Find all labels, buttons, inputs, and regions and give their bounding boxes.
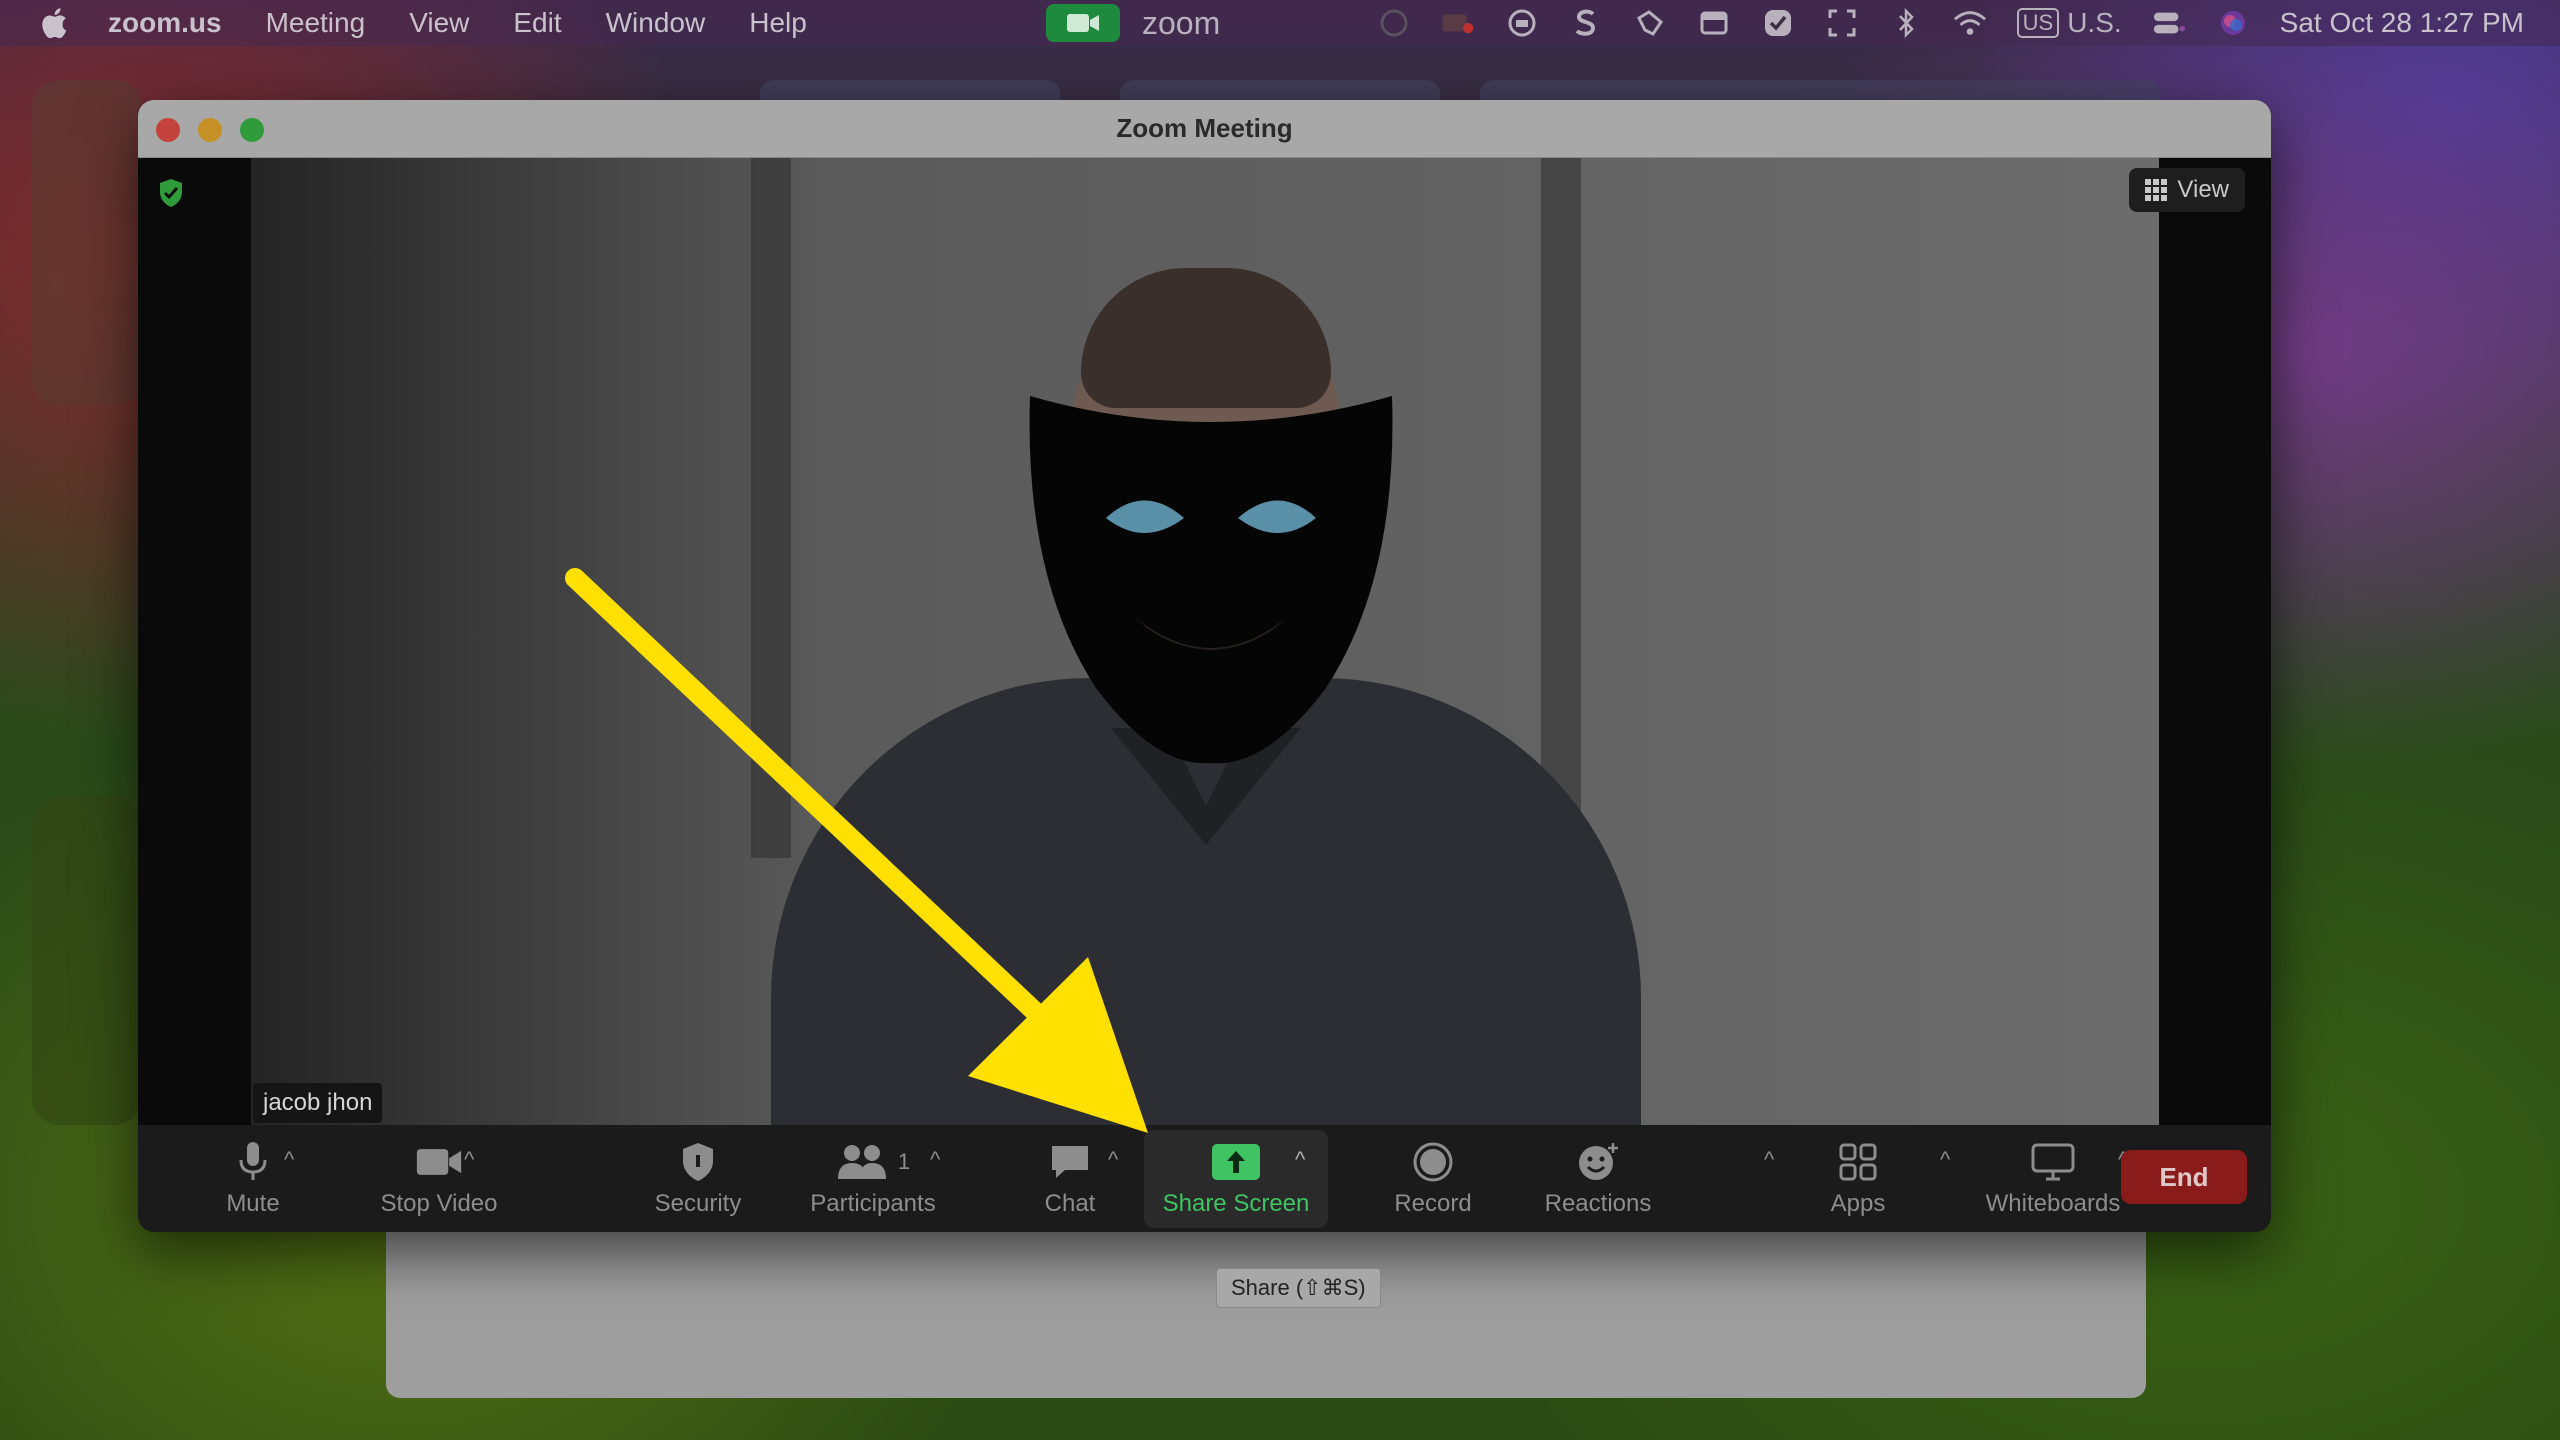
record-button[interactable]: Record	[1368, 1125, 1498, 1232]
window-titlebar[interactable]: Zoom Meeting	[138, 100, 2271, 158]
microphone-icon	[229, 1140, 277, 1184]
apps-label: Apps	[1830, 1189, 1886, 1217]
window-tile-icon[interactable]	[1697, 6, 1731, 40]
menu-app-name[interactable]: zoom.us	[108, 7, 222, 39]
s-app-icon[interactable]	[1569, 6, 1603, 40]
record-label: Record	[1394, 1189, 1472, 1217]
input-source-badge: US	[2016, 8, 2060, 38]
menu-meeting[interactable]: Meeting	[266, 7, 366, 39]
security-shield-icon	[674, 1140, 722, 1184]
video-camera-icon	[415, 1140, 463, 1184]
mask-icon	[1029, 396, 1393, 764]
reactions-smiley-icon	[1574, 1140, 1622, 1184]
chat-label: Chat	[1044, 1189, 1096, 1217]
clock-widget[interactable]	[32, 80, 142, 405]
cloud-sync-icon[interactable]	[1505, 6, 1539, 40]
window-title: Zoom Meeting	[1116, 113, 1293, 143]
reactions-options-caret[interactable]: ^	[1764, 1147, 1774, 1173]
record-icon	[1409, 1140, 1457, 1184]
audio-options-caret[interactable]: ^	[284, 1147, 294, 1173]
menubar-clock[interactable]: Sat Oct 28 1:27 PM	[2280, 7, 2524, 39]
apps-options-caret[interactable]: ^	[1940, 1147, 1950, 1173]
status-icons: US U.S. Sat Oct 28 1:27 PM	[1377, 0, 2524, 46]
zoom-window-button[interactable]	[240, 118, 264, 142]
focus-icon[interactable]	[1825, 6, 1859, 40]
menu-help[interactable]: Help	[749, 7, 807, 39]
participants-label: Participants	[810, 1189, 936, 1217]
chat-button[interactable]: Chat	[1000, 1125, 1140, 1232]
chat-bubble-icon	[1046, 1140, 1094, 1184]
input-source-label: U.S.	[2067, 7, 2122, 38]
window-controls	[156, 118, 264, 142]
minimize-button[interactable]	[198, 118, 222, 142]
menu-edit[interactable]: Edit	[513, 7, 561, 39]
chat-options-caret[interactable]: ^	[1108, 1147, 1118, 1173]
participant-hair	[1081, 268, 1331, 408]
participant-name-tag: jacob jhon	[253, 1083, 383, 1123]
stop-video-label: Stop Video	[380, 1189, 498, 1217]
video-options-caret[interactable]: ^	[464, 1147, 474, 1173]
zoom-meeting-window: Zoom Meeting View jacob jhon Mute ^ Stop…	[138, 100, 2271, 1232]
share-screen-icon	[1212, 1140, 1260, 1184]
security-button[interactable]: Security	[628, 1125, 768, 1232]
share-options-caret[interactable]: ^	[1295, 1147, 1305, 1173]
share-screen-label: Share Screen	[1162, 1190, 1310, 1217]
background-window-frame	[751, 158, 791, 858]
whiteboard-icon	[2029, 1140, 2077, 1184]
close-button[interactable]	[156, 118, 180, 142]
participants-button[interactable]: 1 Participants	[778, 1125, 968, 1232]
screen-record-icon[interactable]	[1377, 6, 1411, 40]
checkmark-app-icon[interactable]	[1761, 6, 1795, 40]
share-screen-button[interactable]: Share Screen	[1144, 1130, 1328, 1228]
bluetooth-icon[interactable]	[1889, 6, 1923, 40]
zoom-status-item[interactable]: zoom	[1046, 4, 1220, 42]
music-widget[interactable]	[32, 795, 142, 1125]
video-area: View jacob jhon	[138, 158, 2271, 1125]
wifi-icon[interactable]	[1953, 6, 1987, 40]
grid-icon	[2145, 179, 2168, 201]
participants-options-caret[interactable]: ^	[930, 1147, 940, 1173]
encryption-shield-icon[interactable]	[158, 178, 184, 208]
background-window-frame	[1541, 158, 1581, 858]
participant-video[interactable]	[251, 158, 2159, 1125]
mute-label: Mute	[226, 1189, 280, 1217]
share-tooltip: Share (⇧⌘S)	[1216, 1268, 1381, 1308]
reactions-label: Reactions	[1544, 1189, 1652, 1217]
whiteboards-button[interactable]: Whiteboards	[1968, 1125, 2138, 1232]
menu-bar: zoom.us Meeting View Edit Window Help zo…	[0, 0, 2560, 46]
record-status-icon[interactable]	[1441, 6, 1475, 40]
apps-icon	[1834, 1140, 1882, 1184]
control-center-icon[interactable]	[2152, 6, 2186, 40]
view-label: View	[2177, 176, 2229, 203]
video-camera-icon	[1046, 4, 1120, 42]
hand-tool-icon[interactable]	[1633, 6, 1667, 40]
view-button[interactable]: View	[2129, 168, 2245, 212]
menu-window[interactable]: Window	[606, 7, 706, 39]
end-meeting-button[interactable]: End	[2121, 1150, 2247, 1204]
stop-video-button[interactable]: Stop Video	[334, 1125, 544, 1232]
participants-icon: 1	[828, 1140, 918, 1184]
reactions-button[interactable]: Reactions	[1518, 1125, 1678, 1232]
input-source-menu[interactable]: US U.S.	[2016, 6, 2122, 40]
menu-view[interactable]: View	[409, 7, 469, 39]
mute-button[interactable]: Mute	[198, 1125, 308, 1232]
security-label: Security	[654, 1189, 742, 1217]
whiteboards-label: Whiteboards	[1985, 1189, 2121, 1217]
participants-count: 1	[897, 1148, 911, 1174]
apps-button[interactable]: Apps	[1798, 1125, 1918, 1232]
meeting-toolbar: Mute ^ Stop Video ^ Security 1 Participa…	[138, 1125, 2271, 1232]
apple-icon[interactable]	[38, 5, 74, 41]
zoom-status-label: zoom	[1142, 4, 1221, 41]
siri-icon[interactable]	[2216, 6, 2250, 40]
